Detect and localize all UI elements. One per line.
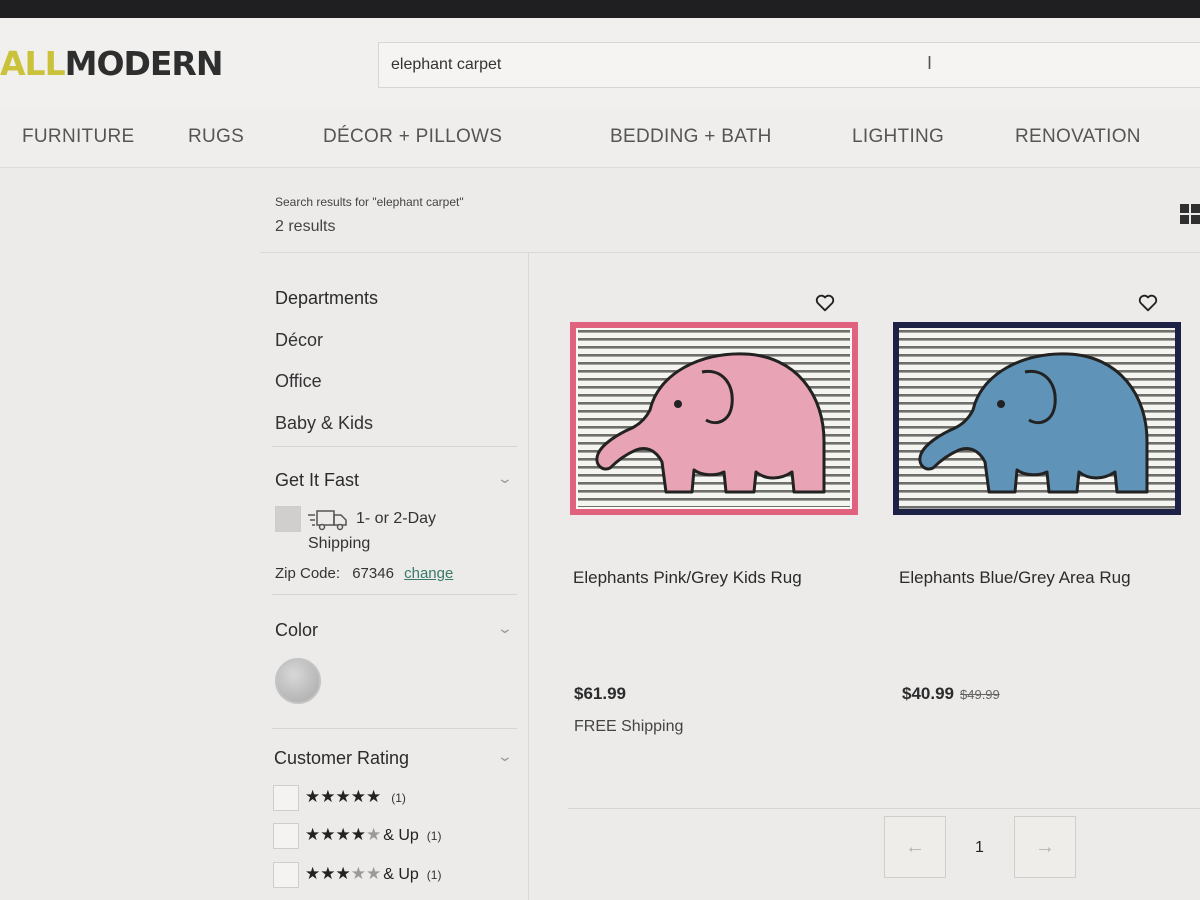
prev-page-button[interactable]: ←	[884, 816, 946, 878]
department-office[interactable]: Office	[275, 371, 322, 392]
filter-divider	[272, 728, 517, 729]
rating-checkbox[interactable]	[273, 862, 299, 888]
product-name[interactable]: Elephants Pink/Grey Kids Rug	[573, 568, 802, 588]
department-decor[interactable]: Décor	[275, 330, 323, 351]
browser-top-bar	[0, 0, 1200, 18]
filter-divider	[272, 594, 517, 595]
zip-code-row: Zip Code: 67346 change	[275, 565, 453, 582]
color-swatch-grey[interactable]	[275, 658, 321, 704]
results-count: 2 results	[275, 218, 336, 235]
chevron-down-icon[interactable]: ⌄	[497, 748, 513, 765]
site-header: ALLMODERN elephant carpet Ι	[0, 18, 1200, 108]
results-divider	[260, 252, 1200, 253]
arrow-right-icon: →	[1035, 835, 1055, 858]
zip-value: 67346	[352, 565, 394, 582]
heart-icon[interactable]	[1137, 292, 1159, 314]
nav-lighting[interactable]: LIGHTING	[852, 126, 944, 148]
color-filter-title[interactable]: Color	[275, 620, 318, 641]
nav-rugs[interactable]: RUGS	[188, 126, 244, 148]
rating-checkbox[interactable]	[273, 823, 299, 849]
departments-title: Departments	[275, 288, 379, 308]
nav-furniture[interactable]: FURNITURE	[22, 126, 134, 148]
chevron-down-icon[interactable]: ⌄	[497, 620, 513, 637]
product-image[interactable]	[893, 322, 1181, 515]
get-it-fast-title[interactable]: Get It Fast	[275, 470, 359, 491]
original-price: $49.99	[960, 687, 1000, 702]
star-rating-icons: ★★★★★ (1)	[305, 787, 406, 806]
heart-icon[interactable]	[814, 292, 836, 314]
grid-view-icon[interactable]	[1178, 202, 1200, 226]
product-price: $40.99 $49.99	[902, 684, 1000, 703]
pagination-divider	[568, 808, 1200, 809]
search-input-value: elephant carpet	[391, 56, 502, 73]
star-rating-icons: ★★★★★ & Up (1)	[305, 825, 442, 844]
department-baby-kids[interactable]: Baby & Kids	[275, 413, 373, 434]
site-logo[interactable]: ALLMODERN	[0, 44, 223, 83]
sidebar-divider	[528, 253, 529, 900]
text-cursor-icon: Ι	[927, 53, 933, 73]
filter-divider	[272, 446, 517, 447]
search-input[interactable]: elephant carpet Ι	[378, 42, 1200, 88]
product-image[interactable]	[570, 322, 858, 515]
zip-change-link[interactable]: change	[404, 565, 453, 582]
rating-checkbox[interactable]	[273, 785, 299, 811]
current-page-number[interactable]: 1	[975, 839, 984, 857]
chevron-down-icon[interactable]: ⌄	[497, 470, 513, 487]
customer-rating-title[interactable]: Customer Rating	[274, 748, 409, 769]
star-rating-icons: ★★★★★ & Up (1)	[305, 864, 442, 883]
main-nav: FURNITURE RUGS DÉCOR + PILLOWS BEDDING +…	[0, 108, 1200, 168]
next-page-button[interactable]: →	[1014, 816, 1076, 878]
arrow-left-icon: ←	[905, 835, 925, 858]
nav-renovation[interactable]: RENOVATION	[1015, 126, 1141, 148]
nav-bedding-bath[interactable]: BEDDING + BATH	[610, 126, 772, 148]
fast-shipping-checkbox[interactable]	[275, 506, 301, 532]
product-price: $61.99	[574, 684, 626, 703]
free-shipping-label: FREE Shipping	[574, 718, 684, 735]
search-results-heading: Search results for "elephant carpet"	[275, 195, 464, 209]
product-name[interactable]: Elephants Blue/Grey Area Rug	[899, 568, 1131, 588]
zip-label: Zip Code:	[275, 565, 341, 582]
nav-decor-pillows[interactable]: DÉCOR + PILLOWS	[323, 126, 502, 148]
fast-shipping-label: 1- or 2-Day Shipping	[308, 510, 437, 552]
